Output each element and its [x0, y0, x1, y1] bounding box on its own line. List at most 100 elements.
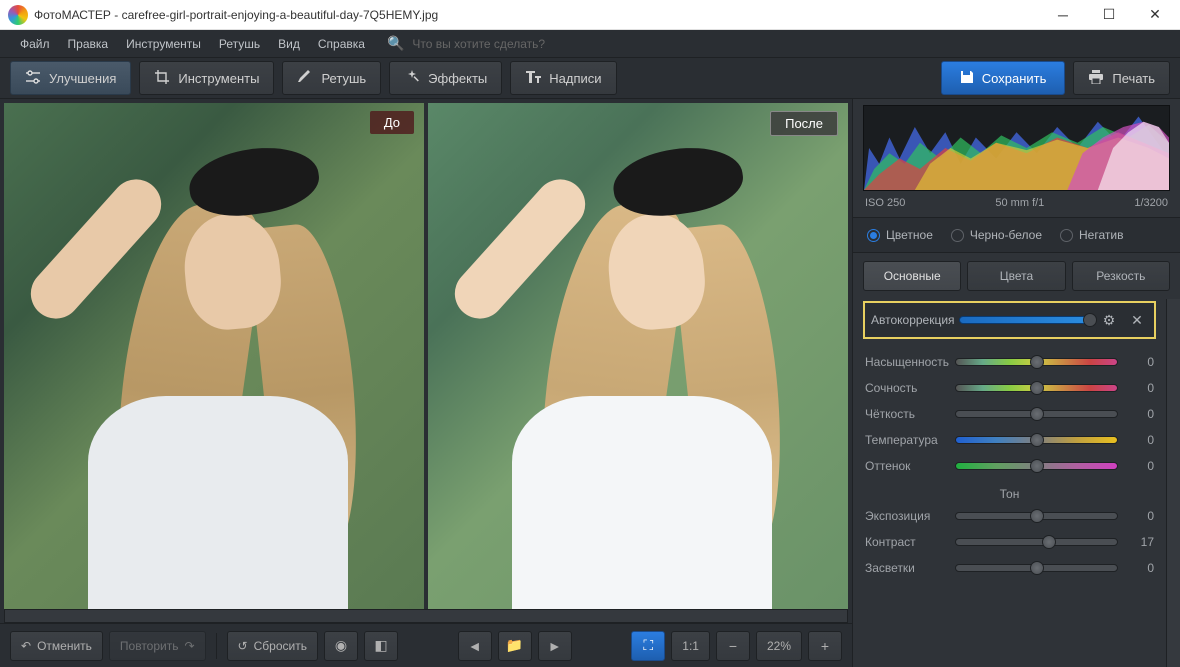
- compare-split-button[interactable]: ◧: [364, 631, 398, 661]
- image-after[interactable]: После: [428, 103, 848, 609]
- tab-label: Эффекты: [428, 71, 487, 86]
- exif-focal: 50 mm f/1: [995, 197, 1044, 209]
- titlebar: ФотоМАСТЕР - carefree-girl-portrait-enjo…: [0, 0, 1180, 30]
- next-image-button[interactable]: ►: [538, 631, 572, 661]
- window-title: ФотоМАСТЕР - carefree-girl-portrait-enjo…: [34, 8, 1040, 22]
- adjustment-subtabs: Основные Цвета Резкость: [853, 253, 1180, 299]
- contrast-slider[interactable]: [955, 538, 1118, 546]
- tab-label: Ретушь: [321, 71, 366, 86]
- subtab-basic[interactable]: Основные: [863, 261, 961, 291]
- gear-icon: ⚙: [1103, 312, 1116, 329]
- chevron-left-icon: ◄: [468, 638, 482, 654]
- autocorrect-close-button[interactable]: ✕: [1126, 309, 1148, 331]
- tint-slider[interactable]: [955, 462, 1118, 470]
- highlights-slider[interactable]: [955, 564, 1118, 572]
- mode-color-radio[interactable]: Цветное: [867, 228, 933, 242]
- menubar: Файл Правка Инструменты Ретушь Вид Справ…: [0, 30, 1180, 57]
- menu-retouch[interactable]: Ретушь: [211, 33, 268, 55]
- zoom-out-button[interactable]: −: [716, 631, 750, 661]
- maximize-button[interactable]: ☐: [1086, 0, 1132, 30]
- minimize-button[interactable]: ─: [1040, 0, 1086, 30]
- autocorrect-label: Автокоррекция: [871, 313, 953, 327]
- contrast-row: Контраст 17: [863, 529, 1156, 555]
- tab-label: Улучшения: [49, 71, 116, 86]
- zoom-level[interactable]: 22%: [756, 631, 802, 661]
- redo-button[interactable]: Повторить ↷: [109, 631, 206, 661]
- prev-image-button[interactable]: ◄: [458, 631, 492, 661]
- folder-icon: 📁: [506, 637, 523, 654]
- reset-button[interactable]: ↺ Сбросить: [227, 631, 318, 661]
- menu-tools[interactable]: Инструменты: [118, 33, 209, 55]
- close-button[interactable]: ✕: [1132, 0, 1178, 30]
- app-logo-icon: [8, 5, 28, 25]
- tab-tools[interactable]: Инструменты: [139, 61, 274, 95]
- print-label: Печать: [1112, 71, 1155, 86]
- sliders-icon: [25, 70, 41, 87]
- text-icon: [525, 70, 541, 87]
- exposure-slider[interactable]: [955, 512, 1118, 520]
- exif-shutter: 1/3200: [1134, 197, 1168, 209]
- print-button[interactable]: Печать: [1073, 61, 1170, 95]
- before-label: До: [370, 111, 414, 134]
- reset-icon: ↺: [238, 639, 248, 653]
- save-icon: [960, 70, 974, 87]
- highlights-row: Засветки 0: [863, 555, 1156, 581]
- tab-text[interactable]: Надписи: [510, 61, 616, 95]
- color-mode-row: Цветное Черно-белое Негатив: [853, 217, 1180, 253]
- clarity-row: Чёткость 0: [863, 401, 1156, 427]
- mode-bw-radio[interactable]: Черно-белое: [951, 228, 1042, 242]
- crop-icon: [154, 69, 170, 88]
- preview-toggle-button[interactable]: ◉: [324, 631, 358, 661]
- tint-row: Оттенок 0: [863, 453, 1156, 479]
- menu-file[interactable]: Файл: [12, 33, 58, 55]
- menu-edit[interactable]: Правка: [60, 33, 117, 55]
- redo-icon: ↷: [184, 639, 194, 653]
- browse-button[interactable]: 📁: [498, 631, 532, 661]
- search-input[interactable]: Что вы хотите сделать?: [412, 37, 545, 51]
- close-icon: ✕: [1131, 312, 1143, 329]
- clarity-slider[interactable]: [955, 410, 1118, 418]
- split-icon: ◧: [374, 637, 387, 654]
- subtab-sharp[interactable]: Резкость: [1072, 261, 1170, 291]
- search-icon: 🔍: [387, 35, 404, 52]
- actual-size-button[interactable]: 1:1: [671, 631, 710, 661]
- autocorrect-settings-button[interactable]: ⚙: [1098, 309, 1120, 331]
- tab-enhance[interactable]: Улучшения: [10, 61, 131, 95]
- mode-negative-radio[interactable]: Негатив: [1060, 228, 1123, 242]
- menu-view[interactable]: Вид: [270, 33, 308, 55]
- sidebar: ISO 250 50 mm f/1 1/3200 Цветное Черно-б…: [852, 99, 1180, 667]
- autocorrect-row: Автокоррекция ⚙ ✕: [863, 301, 1156, 339]
- tab-retouch[interactable]: Ретушь: [282, 61, 381, 95]
- brush-icon: [297, 69, 313, 88]
- chevron-right-icon: ►: [548, 638, 562, 654]
- exposure-row: Экспозиция 0: [863, 503, 1156, 529]
- undo-icon: ↶: [21, 639, 31, 653]
- tone-section-header: Тон: [863, 479, 1156, 503]
- histogram[interactable]: [863, 105, 1170, 191]
- fit-icon: ⛶: [643, 637, 653, 654]
- after-label: После: [770, 111, 838, 136]
- eye-icon: ◉: [335, 637, 347, 654]
- autocorrect-slider[interactable]: [959, 316, 1092, 324]
- canvas-area: До После ↶ Отменить Повт: [0, 99, 852, 667]
- temperature-row: Температура 0: [863, 427, 1156, 453]
- saturation-slider[interactable]: [955, 358, 1118, 366]
- minus-icon: −: [729, 638, 737, 654]
- image-before[interactable]: До: [4, 103, 424, 609]
- temperature-slider[interactable]: [955, 436, 1118, 444]
- vibrance-slider[interactable]: [955, 384, 1118, 392]
- horizontal-scrollbar[interactable]: [4, 609, 848, 623]
- save-button[interactable]: Сохранить: [941, 61, 1066, 95]
- tab-label: Инструменты: [178, 71, 259, 86]
- saturation-row: Насыщенность 0: [863, 349, 1156, 375]
- bottom-toolbar: ↶ Отменить Повторить ↷ ↺ Сбросить ◉ ◧ ◄ …: [0, 623, 852, 667]
- print-icon: [1088, 70, 1104, 87]
- menu-help[interactable]: Справка: [310, 33, 373, 55]
- vertical-scrollbar[interactable]: [1166, 299, 1180, 667]
- tab-effects[interactable]: Эффекты: [389, 61, 502, 95]
- zoom-in-button[interactable]: +: [808, 631, 842, 661]
- subtab-colors[interactable]: Цвета: [967, 261, 1065, 291]
- undo-button[interactable]: ↶ Отменить: [10, 631, 103, 661]
- wand-icon: [404, 69, 420, 88]
- fit-screen-button[interactable]: ⛶: [631, 631, 665, 661]
